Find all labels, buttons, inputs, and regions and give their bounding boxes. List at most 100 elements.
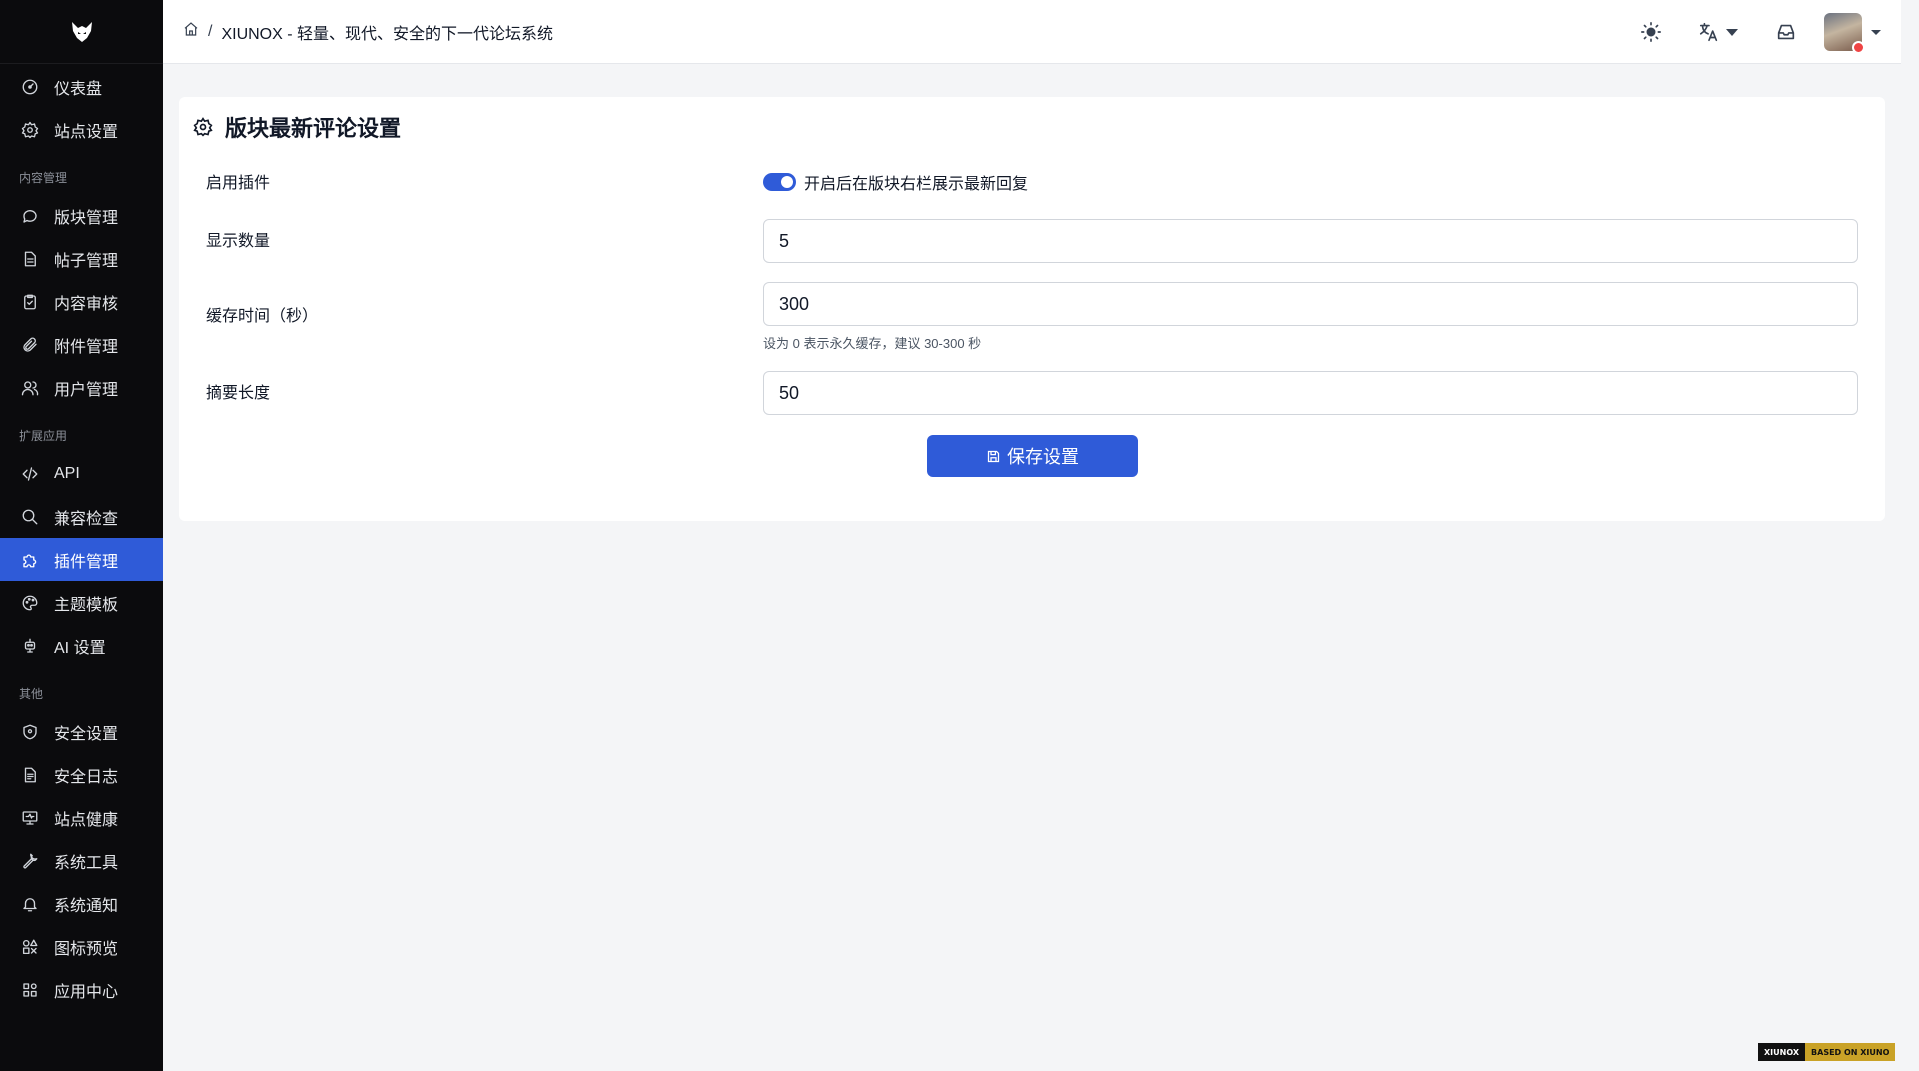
shield-icon [20,722,40,742]
sidebar-item-moderation[interactable]: 内容审核 [0,280,163,323]
user-menu-button[interactable] [1824,13,1881,54]
sidebar-item-themes[interactable]: 主题模板 [0,581,163,624]
sidebar-item-label: 系统通知 [54,897,119,915]
page-title-text: 版块最新评论设置 [225,116,402,141]
sidebar-item-label: 插件管理 [54,553,119,571]
grid-icon [20,980,40,1000]
sidebar-item-label: 仪表盘 [54,80,103,98]
breadcrumb-separator: / [208,22,213,40]
cache-time-hint: 设为 0 表示永久缓存，建议 30-300 秒 [763,336,982,351]
enable-plugin-description: 开启后在版块右栏展示最新回复 [804,176,1029,193]
cache-time-input[interactable] [763,282,1858,326]
badge-right: BASED ON XIUNO [1805,1043,1896,1061]
sidebar-item-system-notify[interactable]: 系统通知 [0,882,163,925]
sidebar-item-api[interactable]: API [0,452,163,495]
inbox-button[interactable] [1775,21,1797,43]
language-button[interactable] [1698,21,1738,43]
sidebar-item-label: 应用中心 [54,983,119,1001]
sidebar-item-icon-preview[interactable]: 图标预览 [0,925,163,968]
clipboard-check-icon [20,292,40,312]
shapes-icon [20,937,40,957]
status-dot [1852,41,1865,54]
sidebar-item-label: AI 设置 [54,639,106,657]
sidebar-item-security[interactable]: 安全设置 [0,710,163,753]
palette-icon [20,593,40,613]
wrench-icon [20,851,40,871]
sidebar-item-label: 版块管理 [54,209,119,227]
save-icon [987,450,1000,462]
sidebar-item-label: 安全设置 [54,725,119,743]
paperclip-icon [20,335,40,355]
dashboard-icon [20,77,40,97]
gear-icon [20,120,40,140]
powered-by-badge[interactable]: XIUNOX BASED ON XIUNO [1758,1043,1896,1061]
display-count-input[interactable] [763,219,1858,263]
translate-icon [1699,22,1718,42]
sidebar-item-plugins[interactable]: 插件管理 [0,538,163,581]
users-icon [20,378,40,398]
puzzle-icon [20,550,40,570]
theme-toggle-button[interactable] [1636,17,1666,47]
code-icon [20,464,40,484]
sidebar-item-attachments[interactable]: 附件管理 [0,323,163,366]
gear-icon [193,117,213,137]
sidebar-item-label: 站点健康 [54,811,119,829]
display-count-label: 显示数量 [206,233,271,250]
home-icon[interactable] [183,21,199,42]
toggle-knob [781,176,793,188]
inbox-icon [1777,24,1795,40]
sidebar-item-label: API [54,464,80,482]
sidebar-item-label: 系统工具 [54,854,119,872]
breadcrumb: / XIUNOX - 轻量、现代、安全的下一代论坛系统 [183,20,553,44]
sidebar-item-label: 附件管理 [54,338,119,356]
badge-left: XIUNOX [1758,1043,1806,1061]
robot-icon [20,636,40,656]
top-header: / XIUNOX - 轻量、现代、安全的下一代论坛系统 [163,0,1901,64]
sidebar: 仪表盘 站点设置 内容管理 版块管理 帖子管理 内容审核 附件管理 用户管理 扩… [0,0,163,1071]
save-button[interactable]: 保存设置 [927,435,1138,477]
cache-time-label: 缓存时间（秒） [206,308,319,325]
save-button-label: 保存设置 [1007,447,1079,467]
monitor-icon [20,808,40,828]
sidebar-item-security-log[interactable]: 安全日志 [0,753,163,796]
sidebar-item-label: 站点设置 [54,123,119,141]
log-icon [20,765,40,785]
settings-card: 版块最新评论设置 启用插件 开启后在版块右栏展示最新回复 显示数量 缓存时间（秒… [179,97,1885,521]
sun-icon [1641,22,1661,42]
bell-icon [20,894,40,914]
excerpt-length-label: 摘要长度 [206,385,271,402]
sidebar-item-compat-check[interactable]: 兼容检查 [0,495,163,538]
document-icon [20,249,40,269]
sidebar-section-apps: 扩展应用 [19,429,68,443]
sidebar-section-content: 内容管理 [19,171,68,185]
header-actions [1636,0,1901,64]
sidebar-item-site-health[interactable]: 站点健康 [0,796,163,839]
sidebar-item-label: 内容审核 [54,295,119,313]
excerpt-length-input[interactable] [763,371,1858,415]
logo[interactable] [0,0,163,64]
sidebar-item-label: 帖子管理 [54,252,119,270]
avatar [1824,13,1865,54]
breadcrumb-site-title[interactable]: XIUNOX - 轻量、现代、安全的下一代论坛系统 [221,20,553,44]
enable-plugin-label: 启用插件 [206,175,271,192]
sidebar-section-other: 其他 [19,687,44,701]
chat-bubble-icon [20,206,40,226]
sidebar-item-system-tools[interactable]: 系统工具 [0,839,163,882]
search-icon [20,507,40,527]
enable-plugin-row: 开启后在版块右栏展示最新回复 [763,170,1028,194]
sidebar-item-site-settings[interactable]: 站点设置 [0,108,163,151]
wolf-head-logo-icon [71,21,92,42]
sidebar-item-label: 图标预览 [54,940,119,958]
sidebar-item-label: 安全日志 [54,768,119,786]
sidebar-item-app-center[interactable]: 应用中心 [0,968,163,1011]
page-title: 版块最新评论设置 [193,111,401,143]
sidebar-item-ai-settings[interactable]: AI 设置 [0,624,163,667]
sidebar-item-boards[interactable]: 版块管理 [0,194,163,237]
sidebar-item-dashboard[interactable]: 仪表盘 [0,65,163,108]
sidebar-item-label: 用户管理 [54,381,119,399]
enable-plugin-toggle[interactable] [763,173,796,191]
sidebar-item-posts[interactable]: 帖子管理 [0,237,163,280]
sidebar-item-label: 兼容检查 [54,510,119,528]
sidebar-item-users[interactable]: 用户管理 [0,366,163,409]
chevron-down-icon [1726,28,1738,36]
